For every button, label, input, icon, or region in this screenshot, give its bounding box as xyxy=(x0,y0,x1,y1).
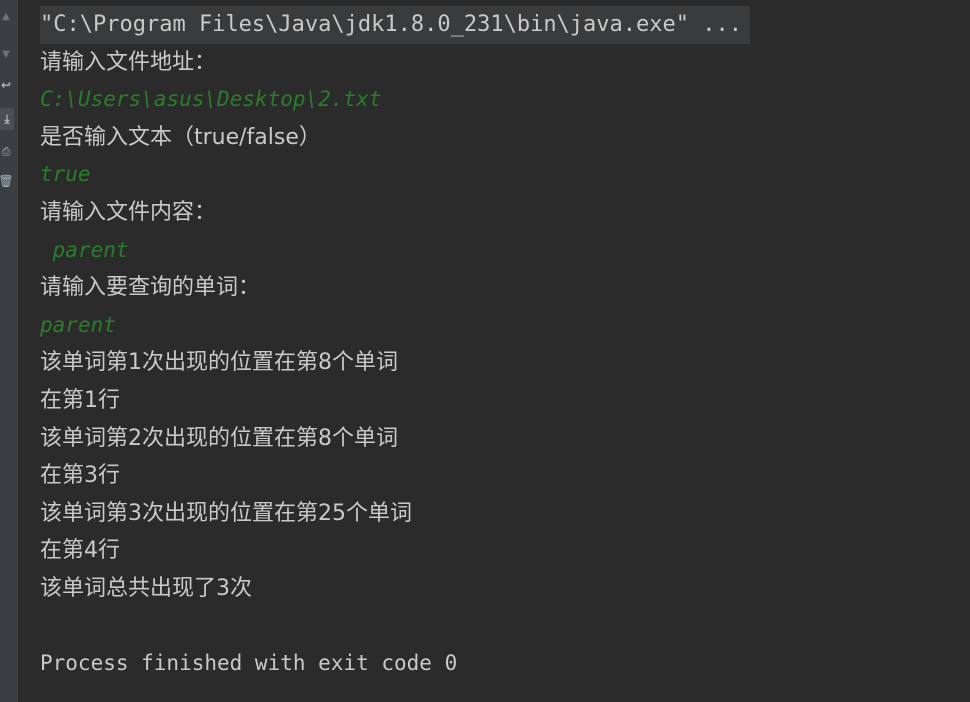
console-line: 请输入要查询的单词： xyxy=(40,275,261,301)
console-line: 请输入文件内容： xyxy=(40,199,217,225)
console-line: 在第4行 xyxy=(40,538,120,564)
process-finished-message: Process finished with exit code 0 xyxy=(40,651,458,676)
console-line: 该单词总共出现了3次 xyxy=(40,575,252,601)
console-line: 该单词第1次出现的位置在第8个单词 xyxy=(40,350,398,376)
console-line: 该单词第3次出现的位置在第25个单词 xyxy=(40,500,412,526)
console-line: 在第3行 xyxy=(40,463,120,489)
user-input-line: C:\Users\asus\Desktop\2.txt xyxy=(40,87,382,112)
console-line: 请输入文件地址： xyxy=(40,49,217,75)
scroll-to-end-icon[interactable]: ⤓ xyxy=(0,108,14,130)
console-line: 是否输入文本（true/false） xyxy=(40,124,321,150)
user-input-line: true xyxy=(40,162,91,187)
clear-all-icon[interactable]: 🗑 xyxy=(0,170,14,192)
arrow-up-icon[interactable]: ▲ xyxy=(0,6,12,28)
console-output[interactable]: "C:\Program Files\Java\jdk1.8.0_231\bin\… xyxy=(40,6,960,683)
user-input-line: parent xyxy=(40,237,129,262)
soft-wrap-icon[interactable]: ↩ xyxy=(0,74,12,96)
print-icon[interactable]: ⎙ xyxy=(0,140,12,162)
console-toolbar: ▲ ▼ ↩ ⤓ ⎙ 🗑 xyxy=(0,0,18,702)
command-line: "C:\Program Files\Java\jdk1.8.0_231\bin\… xyxy=(40,6,750,44)
run-console-window: ▲ ▼ ↩ ⤓ ⎙ 🗑 "C:\Program Files\Java\jdk1.… xyxy=(0,0,970,702)
console-line: 该单词第2次出现的位置在第8个单词 xyxy=(40,425,398,451)
console-line: 在第1行 xyxy=(40,387,120,413)
arrow-down-icon[interactable]: ▼ xyxy=(0,44,12,66)
user-input-line: parent xyxy=(40,312,116,337)
